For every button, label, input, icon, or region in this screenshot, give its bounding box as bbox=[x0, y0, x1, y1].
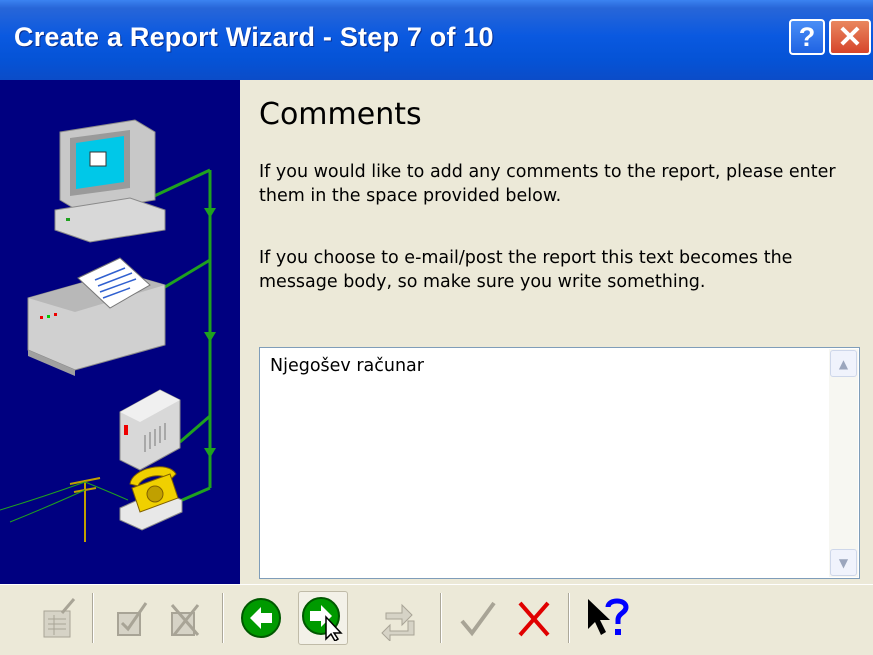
back-button[interactable] bbox=[236, 591, 286, 645]
checkmark-icon bbox=[460, 601, 496, 637]
window-title: Create a Report Wizard - Step 7 of 10 bbox=[14, 22, 494, 52]
redo-icon bbox=[381, 603, 415, 641]
instructions-text: If you would like to add any comments to… bbox=[259, 162, 836, 206]
comments-textarea[interactable]: Njegošev računar ▲ ▼ bbox=[259, 347, 860, 579]
wizard-toolbar bbox=[0, 584, 873, 655]
scroll-down-button[interactable]: ▼ bbox=[830, 549, 857, 576]
uncheck-box-icon bbox=[170, 604, 200, 636]
email-note-text: If you choose to e-mail/post the report … bbox=[259, 248, 793, 292]
telephone-icon bbox=[119, 466, 183, 531]
edit-report-icon bbox=[43, 598, 76, 638]
wizard-illustration bbox=[0, 80, 240, 592]
toolbar-separator bbox=[222, 593, 224, 643]
edit-report-button[interactable] bbox=[32, 591, 82, 645]
back-arrow-icon bbox=[241, 598, 281, 638]
wizard-window: Create a Report Wizard - Step 7 of 10 ? … bbox=[0, 0, 873, 655]
uncheck-button[interactable] bbox=[160, 591, 210, 645]
check-box-icon bbox=[117, 602, 148, 636]
context-help-button[interactable] bbox=[582, 591, 632, 645]
help-button[interactable]: ? bbox=[789, 19, 825, 55]
modem-icon bbox=[119, 389, 181, 471]
cancel-x-icon bbox=[518, 601, 550, 637]
finish-button[interactable] bbox=[452, 591, 502, 645]
next-arrow-icon bbox=[302, 597, 343, 641]
check-button[interactable] bbox=[106, 591, 156, 645]
page-title: Comments bbox=[259, 97, 422, 132]
computer-icon bbox=[54, 119, 166, 243]
scroll-up-button[interactable]: ▲ bbox=[830, 350, 857, 377]
title-bar[interactable]: Create a Report Wizard - Step 7 of 10 ? … bbox=[0, 0, 873, 80]
toolbar-separator bbox=[568, 593, 570, 643]
toolbar-separator bbox=[92, 593, 94, 643]
close-button[interactable]: ✕ bbox=[829, 19, 871, 55]
telephone-pole-icon bbox=[69, 477, 101, 542]
printer-icon bbox=[27, 257, 166, 376]
comments-text: Njegošev računar bbox=[270, 356, 424, 376]
network-illustration bbox=[0, 119, 216, 542]
redo-button[interactable] bbox=[374, 591, 424, 645]
cancel-button[interactable] bbox=[508, 591, 558, 645]
vertical-scrollbar[interactable]: ▲ ▼ bbox=[829, 349, 858, 577]
context-help-icon bbox=[588, 598, 629, 635]
next-button[interactable] bbox=[298, 591, 348, 645]
toolbar-separator bbox=[440, 593, 442, 643]
